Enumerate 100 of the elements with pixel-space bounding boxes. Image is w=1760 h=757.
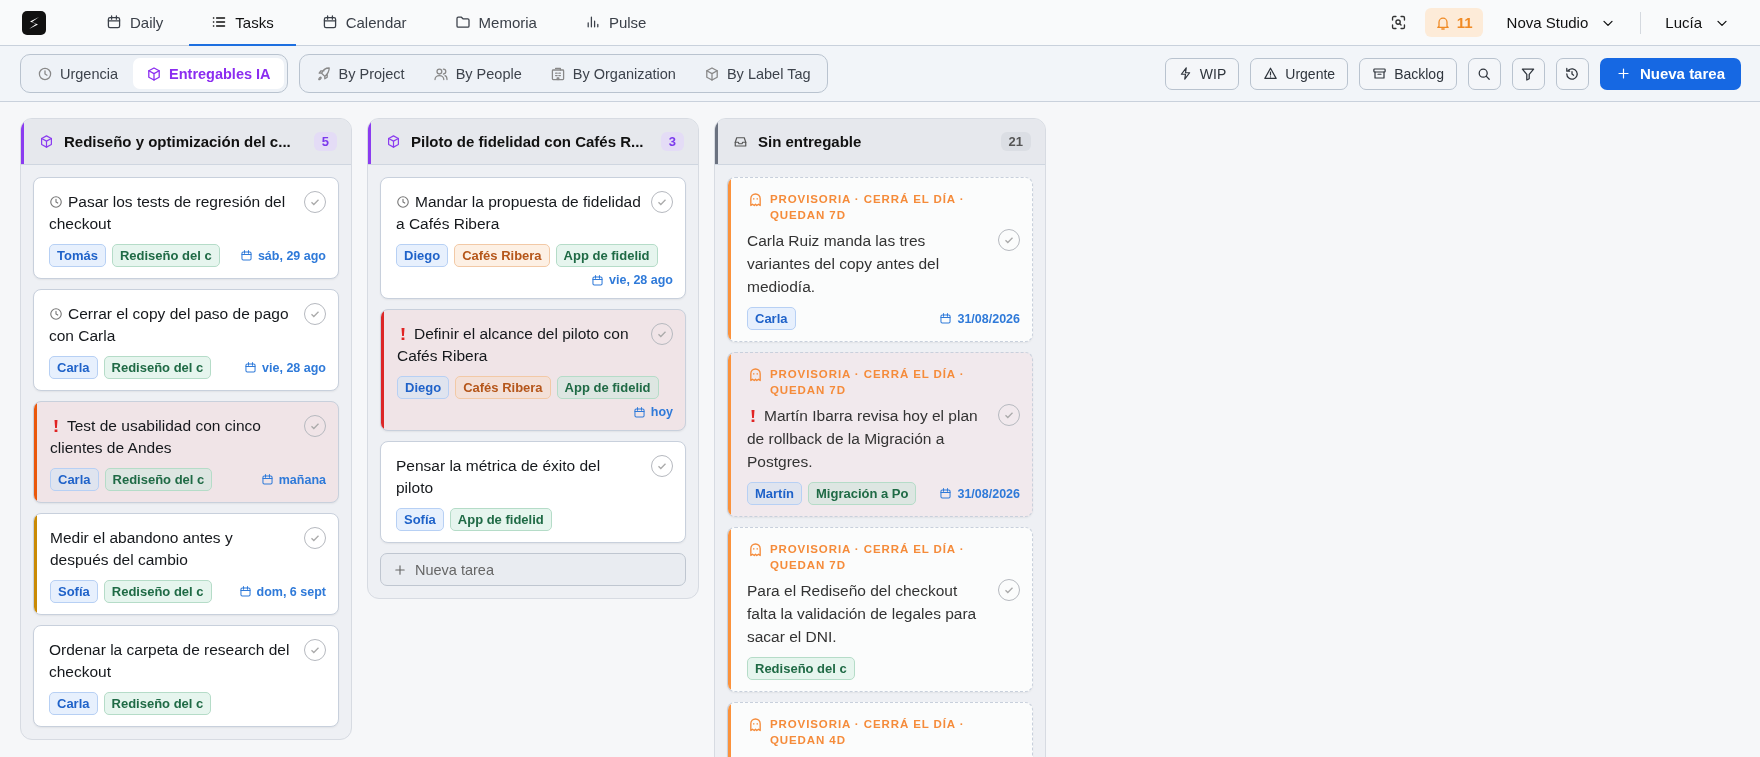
person-tag: Carla xyxy=(49,356,98,379)
person-tag: Tomás xyxy=(49,244,106,267)
task-card[interactable]: Cerrar el copy del paso de pago con Carla Carla Rediseño del c vie, 28 ago xyxy=(33,289,339,391)
nav-tab[interactable]: Pulse xyxy=(562,0,669,46)
building-icon xyxy=(549,65,566,82)
provisional-label: PROVISORIA · CERRÁ EL DÍA · QUEDAN 7D xyxy=(770,542,966,573)
task-card[interactable]: Mandar la propuesta de fidelidad a Cafés Ribera Diego Cafés Ribera App de fidelid vie, 28 ago xyxy=(380,177,686,299)
provisional-label: PROVISORIA · CERRÁ EL DÍA · QUEDAN 4D xyxy=(770,717,966,748)
view-toggle[interactable]: By Label Tag xyxy=(690,58,824,89)
history-icon xyxy=(1564,65,1581,82)
column-title: Piloto de fidelidad con Cafés R... xyxy=(411,133,645,150)
cube-icon xyxy=(146,65,163,82)
calendar-icon xyxy=(632,405,646,419)
count-badge: 5 xyxy=(313,132,337,151)
calendar-icon xyxy=(239,249,253,262)
due-date: dom, 6 sept xyxy=(256,584,326,599)
ghost-icon xyxy=(747,366,764,383)
view-toggle[interactable]: Entregables IA xyxy=(133,58,284,89)
clock-icon xyxy=(37,65,53,82)
clock-icon xyxy=(49,195,63,209)
folder-icon xyxy=(454,14,471,30)
organization-tag: Cafés Ribera xyxy=(454,244,550,267)
task-card[interactable]: Pasar los tests de regresión del checkout Tomás Rediseño del c sáb, 29 ago xyxy=(33,177,339,279)
task-title: Test de usabilidad con cinco clientes de Andes xyxy=(50,416,262,458)
warning-icon xyxy=(1263,66,1279,81)
cube-icon xyxy=(386,134,401,149)
view-toggle[interactable]: By People xyxy=(419,58,535,89)
logo-icon[interactable] xyxy=(22,10,46,35)
provisional-label: PROVISORIA · CERRÁ EL DÍA · QUEDAN 7D xyxy=(770,192,966,223)
task-card[interactable]: PROVISORIA · CERRÁ EL DÍA · QUEDAN 7D Para el Rediseño del checkout falta la validación de legales para sacar el DNI. Rediseño del c xyxy=(727,527,1033,692)
due-date: sáb, 29 ago xyxy=(257,248,326,263)
task-card[interactable]: Definir el alcance del piloto con Cafés Ribera Diego Cafés Ribera App de fidelid hoy xyxy=(380,309,686,431)
calendar-icon xyxy=(591,273,605,287)
person-tag: Carla xyxy=(49,692,98,715)
count-badge: 3 xyxy=(660,132,684,151)
view-toggle[interactable]: By Organization xyxy=(536,58,689,89)
filter-button[interactable]: Urgente xyxy=(1250,57,1349,90)
project-tag: Migración a Po xyxy=(808,482,917,505)
archive-icon xyxy=(1372,66,1388,81)
nav-tab[interactable]: Daily xyxy=(84,0,186,46)
task-card[interactable]: Pensar la métrica de éxito del piloto Sofía App de fidelid xyxy=(380,441,686,543)
column-title: Rediseño y optimización del c... xyxy=(64,133,292,150)
nav-tab[interactable]: Memoria xyxy=(432,0,559,46)
due-date: mañana xyxy=(278,472,326,487)
task-title: Cerrar el copy del paso de pago con Carla xyxy=(49,304,290,346)
due-date: vie, 28 ago xyxy=(609,273,673,287)
due-date: hoy xyxy=(650,405,673,419)
rocket-icon xyxy=(315,65,332,82)
due-date: 31/08/2026 xyxy=(957,486,1020,501)
project-tag: Rediseño del c xyxy=(103,692,212,715)
project-tag: Rediseño del c xyxy=(103,356,212,379)
task-card[interactable]: PROVISORIA · CERRÁ EL DÍA · QUEDAN 7D Carla Ruiz manda las tres variantes del copy antes del mediodía. Carla 31/08/2026 xyxy=(727,177,1033,342)
project-tag: App de fidelid xyxy=(555,244,658,267)
view-toggle[interactable]: By Project xyxy=(302,58,418,89)
clock-icon xyxy=(396,195,410,209)
calendar-icon xyxy=(106,14,122,30)
project-tag: Rediseño del c xyxy=(747,657,855,680)
filter-button[interactable]: Backlog xyxy=(1359,57,1457,90)
person-tag: Carla xyxy=(747,307,796,330)
person-tag: Sofía xyxy=(396,508,444,531)
project-tag: App de fidelid xyxy=(556,376,659,399)
search-button[interactable] xyxy=(1467,57,1501,90)
calendar-icon xyxy=(321,14,338,30)
task-title: Definir el alcance del piloto con Cafés Ribera xyxy=(397,324,630,366)
filter-button[interactable]: WIP xyxy=(1164,57,1240,90)
task-card[interactable]: Test de usabilidad con cinco clientes de Andes Carla Rediseño del c mañana xyxy=(33,401,339,503)
inbox-icon xyxy=(733,134,748,149)
nav-tab[interactable]: Calendar xyxy=(299,0,429,46)
history-button[interactable] xyxy=(1555,57,1589,90)
provisional-label: PROVISORIA · CERRÁ EL DÍA · QUEDAN 7D xyxy=(770,367,966,398)
task-title: Medir el abandono antes y después del cambio xyxy=(50,528,234,570)
cube-icon xyxy=(39,134,54,149)
person-tag: Martín xyxy=(747,482,802,505)
calendar-icon xyxy=(939,487,953,500)
clock-icon xyxy=(49,307,63,321)
person-tag: Sofía xyxy=(50,580,98,603)
workspace-menu[interactable]: Nova Studio xyxy=(1496,10,1627,35)
user-menu[interactable]: Lucía xyxy=(1655,10,1740,35)
view-toggle[interactable]: Urgencia xyxy=(24,58,132,89)
ghost-icon xyxy=(747,541,764,558)
task-card[interactable]: Medir el abandono antes y después del cambio Sofía Rediseño del c dom, 6 sept xyxy=(33,513,339,615)
project-tag: Rediseño del c xyxy=(111,244,220,267)
scan-search-icon xyxy=(1389,14,1407,31)
count-badge: 21 xyxy=(1000,132,1031,151)
calendar-icon xyxy=(238,585,252,598)
new-task-button[interactable]: Nueva tarea xyxy=(1599,57,1741,90)
task-title: Pasar los tests de regresión del checkout xyxy=(49,192,287,234)
task-title: Martín Ibarra revisa hoy el plan de rollback de la Migración a Postgres. xyxy=(747,406,979,472)
person-tag: Diego xyxy=(396,244,449,267)
organization-tag: Cafés Ribera xyxy=(455,376,551,399)
task-title: Ordenar la carpeta de research del checkout xyxy=(49,640,291,682)
task-card[interactable]: PROVISORIA · CERRÁ EL DÍA · QUEDAN 7D Martín Ibarra revisa hoy el plan de rollback de la Migración a Postgres. Martín Migración a Po 31/08/2026 xyxy=(727,352,1033,517)
plus-icon xyxy=(393,562,407,577)
task-title: Mandar la propuesta de fidelidad a Cafés Ribera xyxy=(396,192,641,234)
filter-toggle-button[interactable] xyxy=(1511,57,1545,90)
column-title: Sin entregable xyxy=(758,133,863,150)
add-task-button[interactable]: Nueva tarea xyxy=(380,553,686,586)
project-tag: Rediseño del c xyxy=(103,580,212,603)
person-tag: Diego xyxy=(397,376,450,399)
task-card[interactable]: Ordenar la carpeta de research del checkout Carla Rediseño del c xyxy=(33,625,339,727)
